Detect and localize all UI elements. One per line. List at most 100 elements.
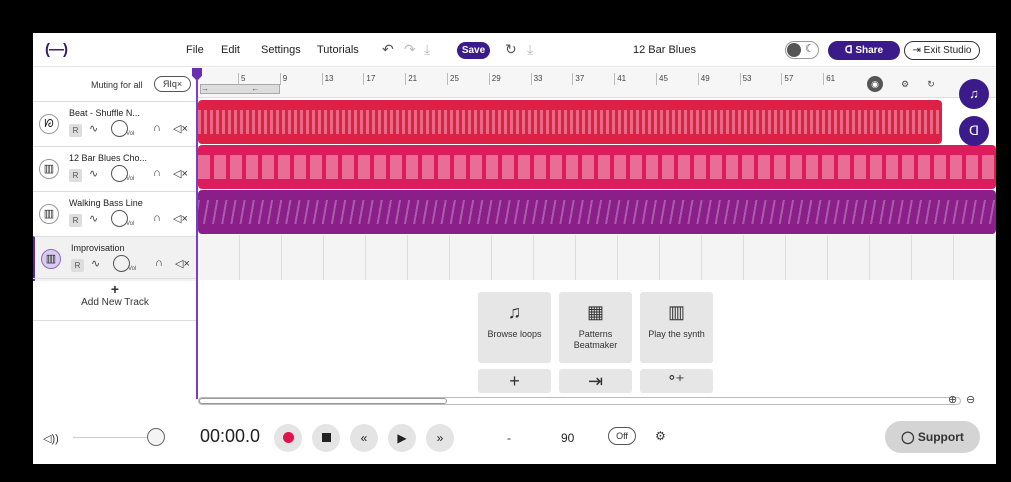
import-tile[interactable]: ⇥ — [559, 369, 632, 393]
exit-studio-button[interactable]: ⇥ Exit Studio — [904, 41, 980, 60]
speaker-icon[interactable]: ◁)) — [43, 432, 59, 445]
theme-toggle[interactable]: ☾ — [785, 41, 819, 59]
effects-icon[interactable]: ∿ — [89, 212, 98, 225]
rewind-icon: « — [360, 431, 368, 445]
add-track-button[interactable]: + Add New Track — [33, 278, 197, 321]
redo-icon[interactable]: ↷ — [404, 41, 416, 58]
track-header-bass[interactable]: ▥ Walking Bass Line R ∿ Vol ∩ ◁× — [33, 191, 197, 236]
beat-notes — [198, 110, 942, 134]
plus-icon: + — [509, 371, 520, 391]
menu-edit[interactable]: Edit — [221, 44, 240, 56]
mute-icon[interactable]: ◁× — [173, 212, 188, 225]
track-name[interactable]: Improvisation — [71, 243, 125, 253]
headphones-icon[interactable]: ∩ — [153, 212, 161, 224]
collaborate-icon[interactable]: ᗡ — [959, 116, 989, 146]
zoom-in-icon[interactable]: ⊕ — [948, 393, 957, 406]
menu-tutorials[interactable]: Tutorials — [317, 44, 359, 56]
record-arm-button[interactable]: R — [69, 214, 82, 227]
patterns-beatmaker-tile[interactable]: ▦ Patterns Beatmaker — [559, 292, 632, 363]
loop-region[interactable]: → ← — [200, 84, 280, 94]
metronome-toggle[interactable]: Off — [608, 427, 636, 445]
moon-icon: ☾ — [805, 43, 815, 55]
rewind-button[interactable]: « — [350, 424, 378, 452]
tile-label: Browse loops — [487, 329, 542, 339]
headphones-icon[interactable]: ∩ — [155, 257, 163, 269]
bpm-display[interactable]: 90 — [561, 431, 574, 445]
lane-chords[interactable] — [198, 145, 996, 190]
track-name[interactable]: Beat - Shuffle N... — [69, 108, 140, 118]
zoom-out-icon[interactable]: ⊖ — [966, 393, 975, 406]
track-name[interactable]: 12 Bar Blues Cho... — [69, 153, 147, 163]
lane-beat[interactable] — [198, 100, 996, 145]
effects-icon[interactable]: ∿ — [89, 167, 98, 180]
record-arm-button[interactable]: R — [69, 124, 82, 137]
track-headers: Muting for all ЯIq× ᘗ Beat - Shuffle N..… — [33, 68, 197, 384]
bass-clip[interactable] — [198, 190, 996, 234]
time-display: 00:00.0 — [200, 426, 261, 446]
bar-tick — [697, 73, 699, 85]
share-button[interactable]: ᗡ Share — [828, 41, 900, 60]
stop-button[interactable] — [312, 424, 340, 452]
record-arm-button[interactable]: R — [69, 169, 82, 182]
headphones-icon[interactable]: ∩ — [153, 167, 161, 179]
bar-number: 45 — [659, 74, 668, 83]
play-button[interactable]: ▶ — [388, 424, 416, 452]
sun-icon — [787, 43, 801, 57]
bar-number: 21 — [408, 74, 418, 83]
effects-icon[interactable]: ∿ — [89, 122, 98, 135]
plus-icon: + — [110, 281, 120, 297]
download-icon[interactable]: ⤓ — [424, 41, 430, 58]
play-icon: ▶ — [397, 431, 407, 445]
bass-notes — [198, 200, 996, 224]
export-icon[interactable]: ⤓ — [527, 41, 533, 58]
lane-improvisation[interactable] — [198, 235, 996, 280]
tile-label: Patterns Beatmaker — [573, 329, 618, 350]
record-arm-button[interactable]: R — [71, 259, 84, 272]
invite-tile[interactable]: ᐤ⁺ — [640, 369, 713, 393]
keyboard-icon: ▥ — [41, 249, 61, 269]
mute-icon[interactable]: ◁× — [175, 257, 190, 270]
studio-window: (—) File Edit Settings Tutorials ↶ ↷ ⤓ S… — [33, 33, 996, 464]
chords-clip[interactable] — [198, 145, 996, 189]
add-tile[interactable]: + — [478, 369, 551, 393]
track-name[interactable]: Walking Bass Line — [69, 198, 143, 208]
track-header-improvisation[interactable]: ▥ Improvisation R ∿ Vol ∩ ◁× — [33, 236, 197, 281]
mute-icon[interactable]: ◁× — [173, 122, 188, 135]
mute-all-toggle[interactable]: ЯIq× — [154, 76, 191, 92]
headphones-icon[interactable]: ∩ — [153, 122, 161, 134]
master-volume-knob[interactable] — [147, 428, 165, 446]
volume-label: Vol — [126, 176, 135, 182]
browse-loops-tile[interactable]: ♫ Browse loops — [478, 292, 551, 363]
play-synth-tile[interactable]: ▥ Play the synth — [640, 292, 713, 363]
timeline-ruler[interactable]: → ← 5 9 13 17 21 25 29 33 37 41 45 49 53 57 61 ◉ ⚙ ↻ — [198, 68, 996, 98]
track-header-chords[interactable]: ▥ 12 Bar Blues Cho... R ∿ Vol ∩ ◁× — [33, 146, 197, 191]
save-button[interactable]: Save — [457, 42, 490, 59]
menu-file[interactable]: File — [186, 44, 204, 56]
menu-settings[interactable]: Settings — [261, 44, 301, 56]
undo-icon[interactable]: ↶ — [382, 41, 394, 58]
lane-bass[interactable] — [198, 190, 996, 235]
horizontal-scrollbar[interactable] — [198, 397, 961, 405]
settings-icon[interactable]: ⚙ — [897, 76, 913, 92]
beat-clip[interactable] — [198, 100, 942, 144]
project-title[interactable]: 12 Bar Blues — [633, 44, 696, 56]
refresh-icon[interactable]: ↻ — [923, 76, 939, 92]
track-header-beat[interactable]: ᘗ Beat - Shuffle N... R ∿ Vol ∩ ◁× — [33, 101, 197, 146]
bar-number: 57 — [784, 74, 794, 83]
scrollbar-thumb[interactable] — [199, 398, 447, 404]
history-icon[interactable]: ↻ — [505, 41, 517, 58]
loop-toggle-icon[interactable]: ◉ — [867, 76, 883, 92]
mute-icon[interactable]: ◁× — [173, 167, 188, 180]
master-volume-track[interactable] — [73, 437, 153, 438]
exit-icon: ⇥ — [912, 45, 924, 56]
bar-number: 49 — [700, 74, 710, 83]
transport-settings-icon[interactable]: ⚙ — [655, 429, 666, 443]
record-button[interactable] — [274, 424, 302, 452]
effects-icon[interactable]: ∿ — [91, 257, 100, 270]
music-library-icon[interactable]: ♫ — [959, 79, 989, 109]
forward-button[interactable]: » — [426, 424, 454, 452]
stop-icon — [321, 433, 331, 442]
key-display[interactable]: - — [507, 431, 511, 445]
logo[interactable]: (—) — [45, 41, 68, 58]
support-button[interactable]: ◯ Support — [885, 421, 980, 453]
